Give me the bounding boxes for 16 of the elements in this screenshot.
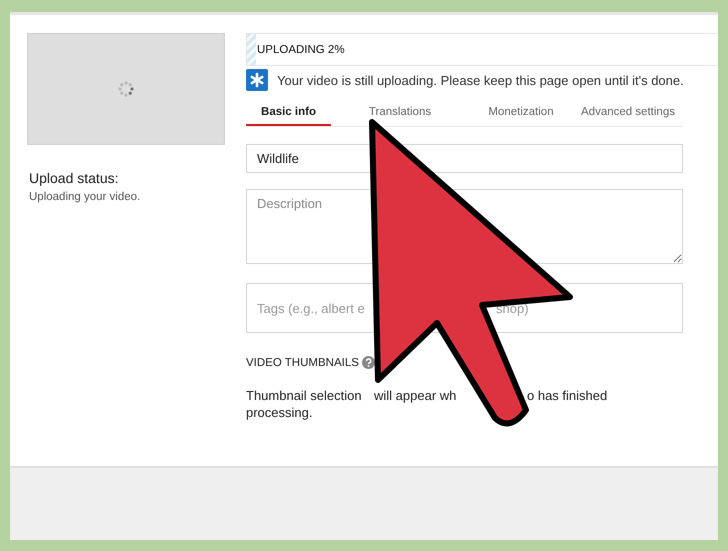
loading-spinner-icon: [118, 81, 134, 97]
upload-status-text: Uploading your video.: [29, 191, 142, 203]
tab[interactable]: Translations: [331, 99, 469, 126]
thumbnails-heading: VIDEO THUMBNAILS: [246, 356, 359, 368]
upload-status-label: Upload status:: [29, 170, 120, 186]
thumbnail-note-text: will appear wh: [374, 387, 458, 404]
tab[interactable]: Advanced settings: [573, 99, 683, 126]
thumbnail-note-text: processing.: [246, 404, 314, 421]
thumbnail-note-text: o has finished: [527, 387, 608, 404]
tab[interactable]: Monetization: [469, 99, 573, 126]
help-icon[interactable]: [362, 356, 375, 369]
asterisk-icon: [246, 69, 268, 91]
upload-notice-text: Your video is still uploading. Please keep this page open until it's done.: [277, 72, 684, 88]
thumbnail-note-text: Thumbnail selection: [246, 387, 363, 404]
tab[interactable]: Basic info: [246, 99, 331, 126]
progress-label: UPLOADING 2%: [257, 44, 345, 56]
